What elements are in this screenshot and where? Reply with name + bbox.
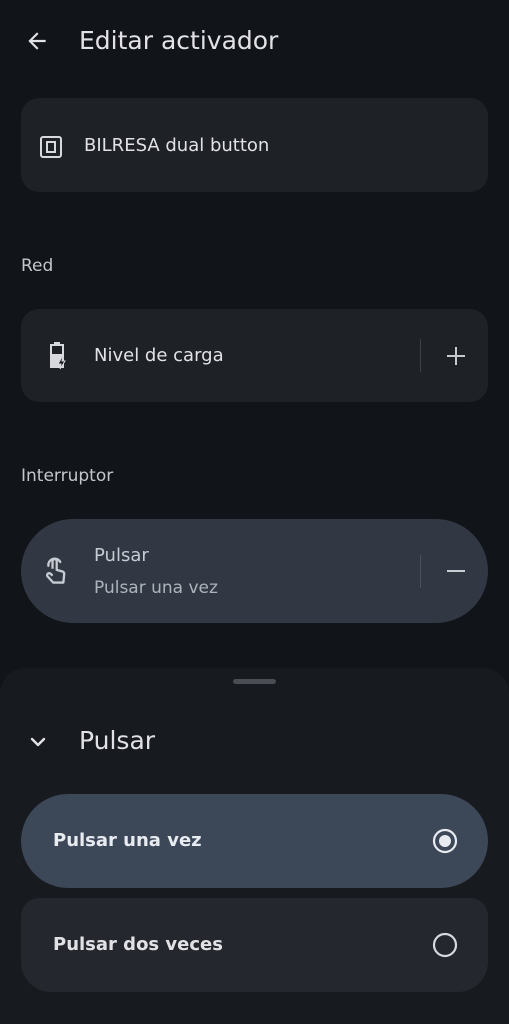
back-button[interactable] xyxy=(16,20,58,62)
add-condition-button[interactable] xyxy=(433,333,479,379)
battery-level-row[interactable] xyxy=(21,309,488,402)
device-name: BILRESA dual button xyxy=(84,135,270,156)
battery-level-label: Nivel de carga xyxy=(94,345,224,366)
device-square-icon xyxy=(40,136,62,158)
collapse-sheet-button[interactable] xyxy=(18,722,58,762)
touch-hand-icon xyxy=(46,557,66,584)
radio-selected-icon[interactable] xyxy=(432,828,458,854)
edit-trigger-screen: Editar activador BILRESA dual button Red… xyxy=(0,0,509,1024)
top-app-bar: Editar activador xyxy=(0,0,509,84)
press-trigger-title: Pulsar xyxy=(94,545,149,566)
chevron-down-icon xyxy=(30,737,46,747)
option-press-twice[interactable]: Pulsar dos veces xyxy=(21,898,488,992)
sheet-title: Pulsar xyxy=(79,726,156,755)
minus-icon xyxy=(447,570,465,572)
press-trigger-row[interactable] xyxy=(21,519,488,623)
section-label-network: Red xyxy=(21,256,54,276)
arrow-back-icon xyxy=(28,32,46,50)
remove-trigger-button[interactable] xyxy=(433,548,479,594)
sheet-drag-handle[interactable] xyxy=(233,679,276,684)
option-label: Pulsar dos veces xyxy=(53,934,223,955)
section-label-switch: Interruptor xyxy=(21,466,114,486)
row-divider xyxy=(420,555,421,588)
page-title: Editar activador xyxy=(79,26,279,55)
option-press-once[interactable]: Pulsar una vez xyxy=(21,794,488,888)
row-divider xyxy=(420,339,421,372)
battery-charging-icon xyxy=(50,342,66,370)
plus-icon xyxy=(447,347,465,365)
press-trigger-subtitle: Pulsar una vez xyxy=(94,578,218,598)
radio-unselected-icon[interactable] xyxy=(432,932,458,958)
option-label: Pulsar una vez xyxy=(53,830,202,851)
